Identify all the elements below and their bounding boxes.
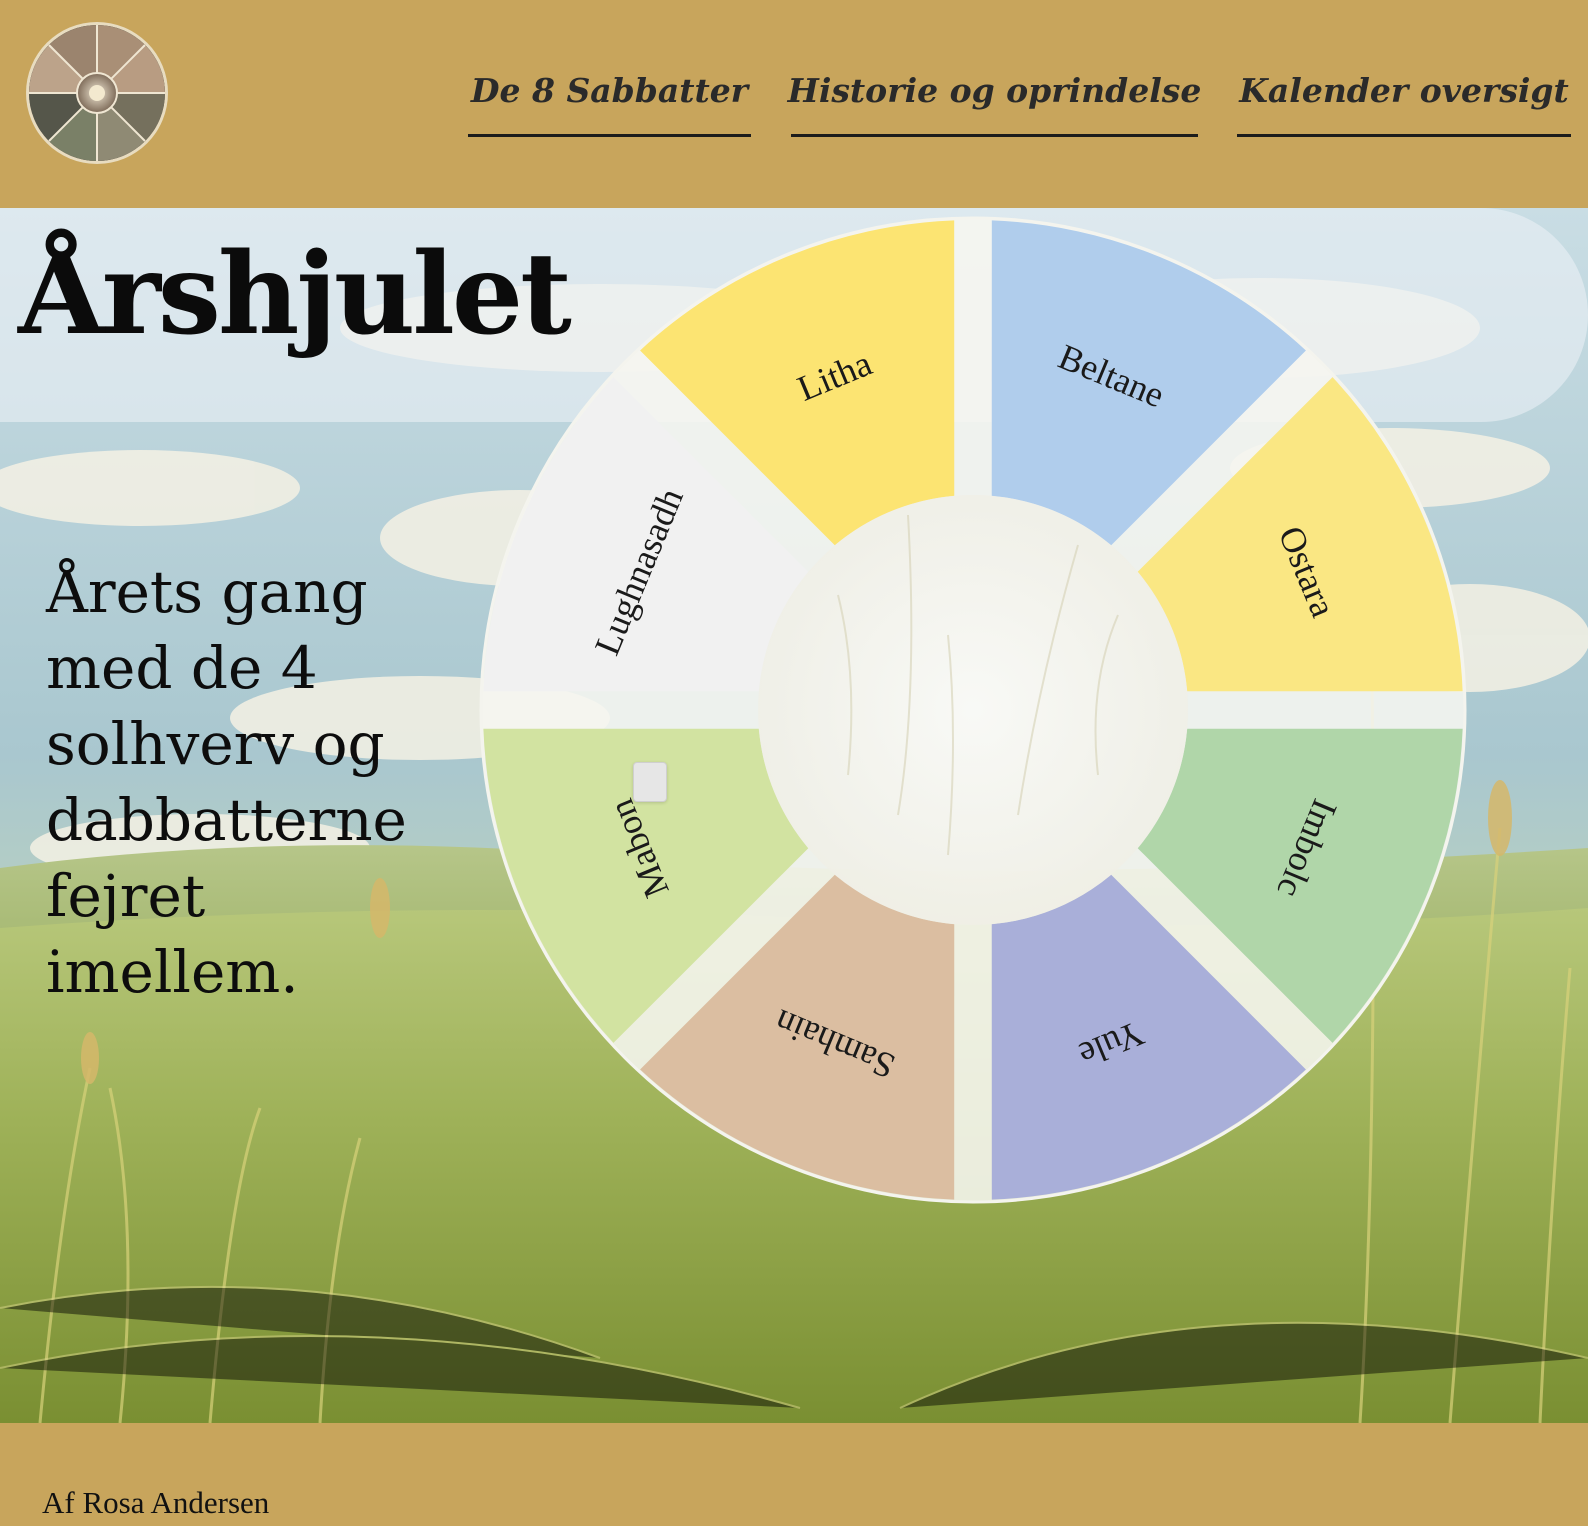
footer-author: Af Rosa Andersen xyxy=(42,1485,270,1520)
logo-graphic xyxy=(29,25,165,161)
year-wheel: Litha BeltaneOstaraImbolcYuleSamhainMabon… xyxy=(479,216,1467,1204)
nav-link-sabbatter-label: De 8 Sabbatter xyxy=(470,71,749,110)
page-subtitle: Årets gang med de 4 solhverv og dabbatte… xyxy=(46,558,407,1006)
site-header: De 8 Sabbatter Historie og oprindelse Ka… xyxy=(0,0,1588,208)
nav-link-historie-label: Historie og oprindelse xyxy=(787,71,1202,110)
nav-link-sabbatter[interactable]: De 8 Sabbatter xyxy=(468,55,751,137)
nav-link-kalender[interactable]: Kalender oversigt xyxy=(1237,55,1571,137)
nav-link-kalender-label: Kalender oversigt xyxy=(1239,71,1569,110)
floating-toggle-button[interactable] xyxy=(633,762,667,802)
wheel-of-year-logo-icon[interactable] xyxy=(29,25,165,161)
site-footer: Af Rosa Andersen xyxy=(0,1423,1588,1526)
wheel-center xyxy=(758,495,1188,925)
nav-link-historie[interactable]: Historie og oprindelse xyxy=(788,55,1201,137)
